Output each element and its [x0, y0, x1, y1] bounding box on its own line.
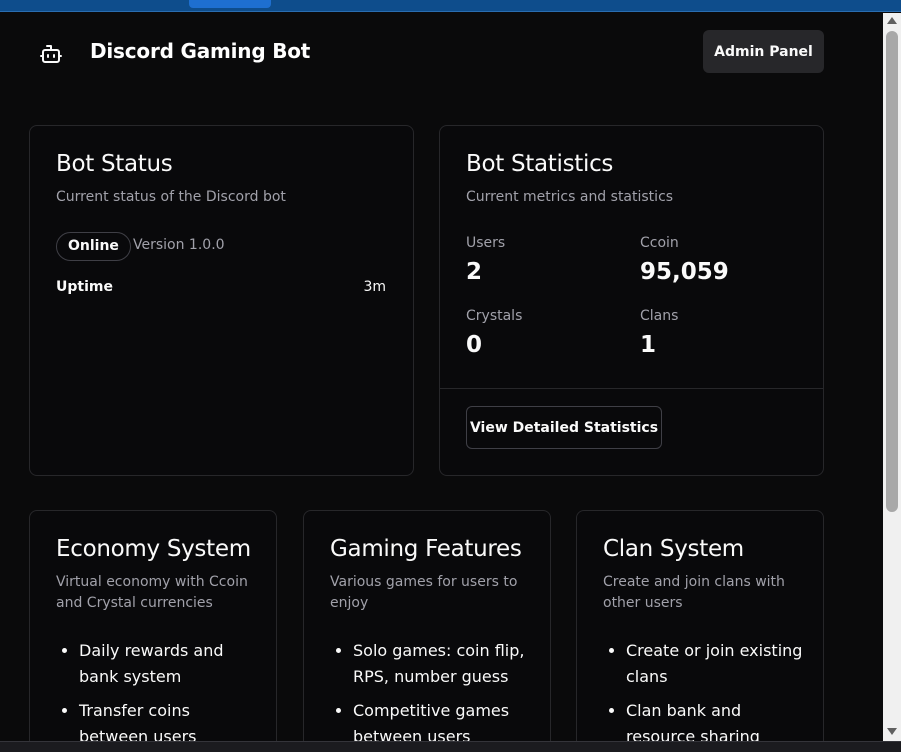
stat-label-users: Users	[466, 235, 506, 251]
app-header: Discord Gaming Bot Admin Panel	[0, 13, 883, 93]
vertical-scrollbar[interactable]	[883, 13, 901, 741]
stat-value-users: 2	[466, 259, 483, 285]
card-description: Current metrics and statistics	[466, 189, 674, 205]
admin-panel-button[interactable]: Admin Panel	[703, 30, 824, 73]
stat-value-crystals: 0	[466, 332, 483, 358]
card-title: Economy System	[56, 536, 251, 562]
stat-label-ccoin: Ccoin	[640, 235, 679, 251]
version-text: Version 1.0.0	[133, 237, 225, 253]
stat-label-clans: Clans	[640, 308, 679, 324]
card-divider	[440, 388, 823, 389]
list-item: Solo games: coin flip, RPS, number guess	[353, 638, 533, 690]
uptime-label: Uptime	[56, 279, 113, 295]
stat-value-ccoin: 95,059	[640, 259, 729, 285]
bot-statistics-card: Bot Statistics Current metrics and stati…	[439, 125, 824, 476]
scrollbar-thumb[interactable]	[886, 31, 898, 512]
feature-list: Create or join existing clans Clan bank …	[626, 638, 806, 741]
feature-list: Daily rewards and bank system Transfer c…	[79, 638, 259, 741]
list-item: Create or join existing clans	[626, 638, 806, 690]
browser-top-strip	[0, 0, 901, 12]
card-title: Clan System	[603, 536, 744, 562]
clan-system-card: Clan System Create and join clans with o…	[576, 510, 824, 741]
feature-list: Solo games: coin flip, RPS, number guess…	[353, 638, 533, 741]
card-title: Gaming Features	[330, 536, 522, 562]
bot-status-card: Bot Status Current status of the Discord…	[29, 125, 414, 476]
status-badge: Online	[56, 232, 131, 261]
list-item: Transfer coins between users	[79, 698, 259, 741]
stat-value-clans: 1	[640, 332, 657, 358]
browser-active-tab[interactable]	[189, 0, 271, 8]
card-title: Bot Statistics	[466, 151, 614, 177]
card-description: Create and join clans with other users	[603, 574, 785, 611]
list-item: Competitive games between users	[353, 698, 533, 741]
app-title: Discord Gaming Bot	[90, 39, 311, 63]
page-viewport: Discord Gaming Bot Admin Panel Bot Statu…	[0, 13, 883, 741]
uptime-value: 3m	[363, 279, 386, 295]
list-item: Clan bank and resource sharing	[626, 698, 806, 741]
list-item: Daily rewards and bank system	[79, 638, 259, 690]
card-description: Various games for users to enjoy	[330, 574, 518, 611]
scroll-down-arrow-icon[interactable]	[887, 728, 897, 735]
card-description: Virtual economy with Ccoin and Crystal c…	[56, 574, 248, 611]
card-description: Current status of the Discord bot	[56, 189, 286, 205]
card-title: Bot Status	[56, 151, 173, 177]
stat-label-crystals: Crystals	[466, 308, 523, 324]
bot-icon	[39, 42, 63, 66]
view-detailed-statistics-button[interactable]: View Detailed Statistics	[466, 406, 662, 449]
scroll-up-arrow-icon[interactable]	[887, 17, 897, 24]
economy-system-card: Economy System Virtual economy with Ccoi…	[29, 510, 277, 741]
gaming-features-card: Gaming Features Various games for users …	[303, 510, 551, 741]
window-bottom-edge	[0, 741, 901, 752]
